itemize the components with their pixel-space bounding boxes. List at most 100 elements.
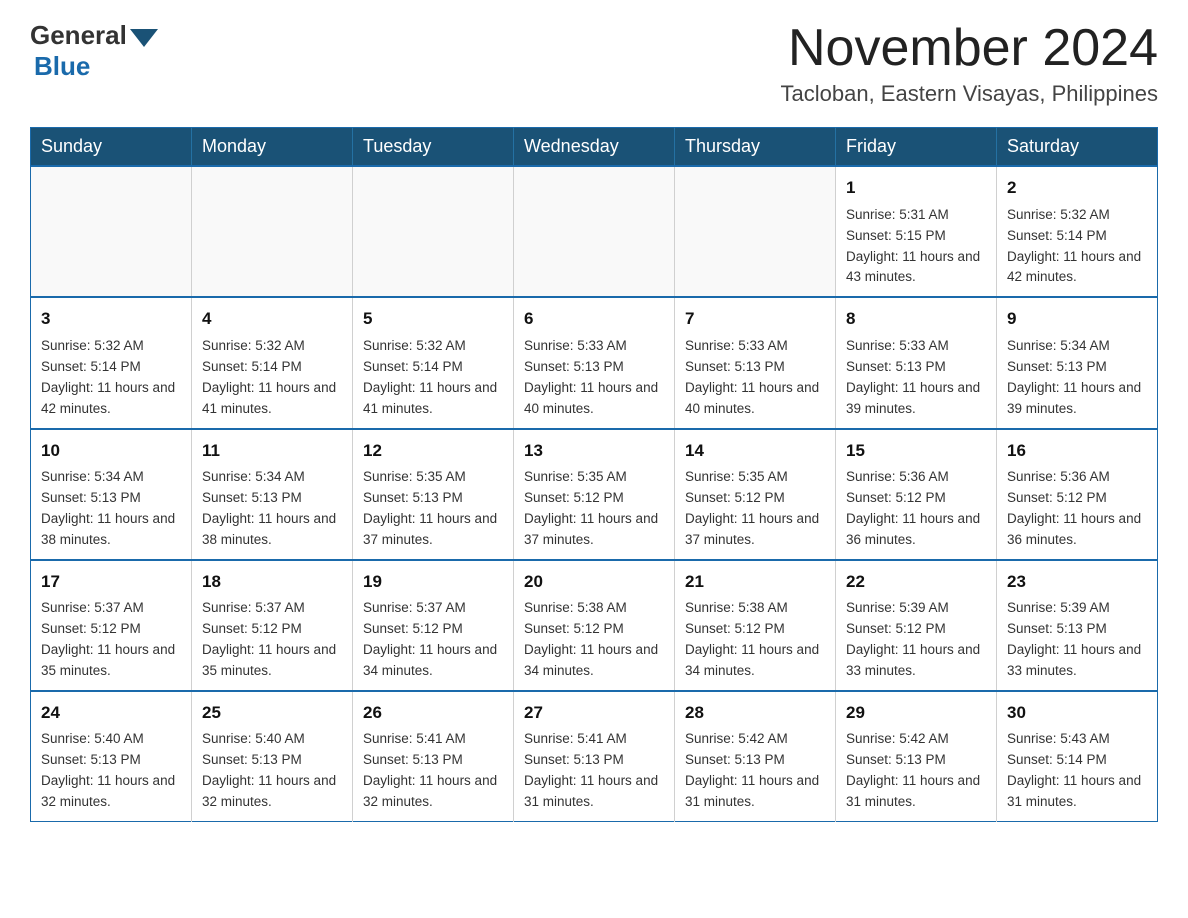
day-info: Sunrise: 5:41 AM Sunset: 5:13 PM Dayligh… bbox=[363, 729, 503, 813]
day-number: 21 bbox=[685, 569, 825, 595]
day-number: 7 bbox=[685, 306, 825, 332]
day-number: 15 bbox=[846, 438, 986, 464]
day-info: Sunrise: 5:38 AM Sunset: 5:12 PM Dayligh… bbox=[685, 598, 825, 682]
calendar-cell: 12Sunrise: 5:35 AM Sunset: 5:13 PM Dayli… bbox=[353, 429, 514, 560]
calendar-cell: 7 Sunrise: 5:33 AM Sunset: 5:13 PM Daylig… bbox=[675, 297, 836, 428]
day-info: Sunrise: 5:42 AM Sunset: 5:13 PM Dayligh… bbox=[846, 729, 986, 813]
calendar-cell bbox=[192, 166, 353, 297]
day-info: Sunrise: 5:34 AM Sunset: 5:13 PM Dayligh… bbox=[1007, 336, 1147, 420]
title-section: November 2024 Tacloban, Eastern Visayas,… bbox=[781, 20, 1158, 107]
day-number: 11 bbox=[202, 438, 342, 464]
calendar-cell bbox=[675, 166, 836, 297]
day-info: Sunrise: 5:37 AM Sunset: 5:12 PM Dayligh… bbox=[202, 598, 342, 682]
day-info: Sunrise: 5:39 AM Sunset: 5:12 PM Dayligh… bbox=[846, 598, 986, 682]
calendar-week-row: 1 Sunrise: 5:31 AM Sunset: 5:15 PM Daylig… bbox=[31, 166, 1158, 297]
calendar-cell: 23 Sunrise: 5:39 AM Sunset: 5:13 PM Dayli… bbox=[997, 560, 1158, 691]
calendar-cell: 24 Sunrise: 5:40 AM Sunset: 5:13 PM Dayli… bbox=[31, 691, 192, 822]
day-info: Sunrise: 5:36 AM Sunset: 5:12 PM Dayligh… bbox=[846, 467, 986, 551]
page-header: General Blue November 2024 Tacloban, Eas… bbox=[30, 20, 1158, 107]
day-info: Sunrise: 5:33 AM Sunset: 5:13 PM Dayligh… bbox=[524, 336, 664, 420]
day-number: 19 bbox=[363, 569, 503, 595]
calendar-cell: 1 Sunrise: 5:31 AM Sunset: 5:15 PM Daylig… bbox=[836, 166, 997, 297]
day-info: Sunrise: 5:39 AM Sunset: 5:13 PM Dayligh… bbox=[1007, 598, 1147, 682]
calendar-cell: 25Sunrise: 5:40 AM Sunset: 5:13 PM Dayli… bbox=[192, 691, 353, 822]
calendar-day-header: Saturday bbox=[997, 128, 1158, 167]
calendar-cell: 28Sunrise: 5:42 AM Sunset: 5:13 PM Dayli… bbox=[675, 691, 836, 822]
day-info: Sunrise: 5:32 AM Sunset: 5:14 PM Dayligh… bbox=[41, 336, 181, 420]
calendar-week-row: 10Sunrise: 5:34 AM Sunset: 5:13 PM Dayli… bbox=[31, 429, 1158, 560]
day-info: Sunrise: 5:33 AM Sunset: 5:13 PM Dayligh… bbox=[846, 336, 986, 420]
day-number: 5 bbox=[363, 306, 503, 332]
day-number: 23 bbox=[1007, 569, 1147, 595]
day-info: Sunrise: 5:34 AM Sunset: 5:13 PM Dayligh… bbox=[41, 467, 181, 551]
calendar-header-row: SundayMondayTuesdayWednesdayThursdayFrid… bbox=[31, 128, 1158, 167]
calendar-cell: 5Sunrise: 5:32 AM Sunset: 5:14 PM Daylig… bbox=[353, 297, 514, 428]
calendar-week-row: 24 Sunrise: 5:40 AM Sunset: 5:13 PM Dayli… bbox=[31, 691, 1158, 822]
calendar-cell: 20 Sunrise: 5:38 AM Sunset: 5:12 PM Dayli… bbox=[514, 560, 675, 691]
calendar-cell: 10Sunrise: 5:34 AM Sunset: 5:13 PM Dayli… bbox=[31, 429, 192, 560]
calendar-cell: 6Sunrise: 5:33 AM Sunset: 5:13 PM Daylig… bbox=[514, 297, 675, 428]
calendar-cell: 9 Sunrise: 5:34 AM Sunset: 5:13 PM Daylig… bbox=[997, 297, 1158, 428]
calendar-cell: 30 Sunrise: 5:43 AM Sunset: 5:14 PM Dayli… bbox=[997, 691, 1158, 822]
day-number: 8 bbox=[846, 306, 986, 332]
calendar-cell bbox=[353, 166, 514, 297]
logo-blue: Blue bbox=[34, 51, 90, 82]
day-info: Sunrise: 5:37 AM Sunset: 5:12 PM Dayligh… bbox=[41, 598, 181, 682]
calendar-cell: 27Sunrise: 5:41 AM Sunset: 5:13 PM Dayli… bbox=[514, 691, 675, 822]
day-number: 4 bbox=[202, 306, 342, 332]
day-number: 26 bbox=[363, 700, 503, 726]
day-number: 24 bbox=[41, 700, 181, 726]
calendar-cell: 16Sunrise: 5:36 AM Sunset: 5:12 PM Dayli… bbox=[997, 429, 1158, 560]
calendar-cell: 26 Sunrise: 5:41 AM Sunset: 5:13 PM Dayli… bbox=[353, 691, 514, 822]
day-info: Sunrise: 5:41 AM Sunset: 5:13 PM Dayligh… bbox=[524, 729, 664, 813]
logo-text: General bbox=[30, 20, 161, 51]
calendar-day-header: Sunday bbox=[31, 128, 192, 167]
calendar-cell: 4 Sunrise: 5:32 AM Sunset: 5:14 PM Daylig… bbox=[192, 297, 353, 428]
calendar-day-header: Tuesday bbox=[353, 128, 514, 167]
calendar-week-row: 17 Sunrise: 5:37 AM Sunset: 5:12 PM Dayli… bbox=[31, 560, 1158, 691]
day-info: Sunrise: 5:36 AM Sunset: 5:12 PM Dayligh… bbox=[1007, 467, 1147, 551]
day-info: Sunrise: 5:40 AM Sunset: 5:13 PM Dayligh… bbox=[202, 729, 342, 813]
day-info: Sunrise: 5:43 AM Sunset: 5:14 PM Dayligh… bbox=[1007, 729, 1147, 813]
day-info: Sunrise: 5:40 AM Sunset: 5:13 PM Dayligh… bbox=[41, 729, 181, 813]
day-number: 17 bbox=[41, 569, 181, 595]
location: Tacloban, Eastern Visayas, Philippines bbox=[781, 81, 1158, 107]
calendar-cell bbox=[514, 166, 675, 297]
calendar-day-header: Monday bbox=[192, 128, 353, 167]
calendar-cell: 14Sunrise: 5:35 AM Sunset: 5:12 PM Dayli… bbox=[675, 429, 836, 560]
calendar-day-header: Wednesday bbox=[514, 128, 675, 167]
calendar-cell: 15 Sunrise: 5:36 AM Sunset: 5:12 PM Dayli… bbox=[836, 429, 997, 560]
day-info: Sunrise: 5:35 AM Sunset: 5:13 PM Dayligh… bbox=[363, 467, 503, 551]
logo: General Blue bbox=[30, 20, 161, 82]
day-number: 30 bbox=[1007, 700, 1147, 726]
calendar-cell: 19 Sunrise: 5:37 AM Sunset: 5:12 PM Dayli… bbox=[353, 560, 514, 691]
day-number: 1 bbox=[846, 175, 986, 201]
logo-general: General bbox=[30, 20, 127, 51]
calendar-cell: 8 Sunrise: 5:33 AM Sunset: 5:13 PM Daylig… bbox=[836, 297, 997, 428]
calendar-cell: 11Sunrise: 5:34 AM Sunset: 5:13 PM Dayli… bbox=[192, 429, 353, 560]
calendar-day-header: Thursday bbox=[675, 128, 836, 167]
day-number: 9 bbox=[1007, 306, 1147, 332]
day-number: 20 bbox=[524, 569, 664, 595]
day-info: Sunrise: 5:37 AM Sunset: 5:12 PM Dayligh… bbox=[363, 598, 503, 682]
day-number: 28 bbox=[685, 700, 825, 726]
calendar-cell: 21 Sunrise: 5:38 AM Sunset: 5:12 PM Dayli… bbox=[675, 560, 836, 691]
day-number: 29 bbox=[846, 700, 986, 726]
calendar-cell bbox=[31, 166, 192, 297]
calendar-cell: 18 Sunrise: 5:37 AM Sunset: 5:12 PM Dayli… bbox=[192, 560, 353, 691]
calendar-day-header: Friday bbox=[836, 128, 997, 167]
day-number: 22 bbox=[846, 569, 986, 595]
calendar-cell: 2Sunrise: 5:32 AM Sunset: 5:14 PM Daylig… bbox=[997, 166, 1158, 297]
calendar-cell: 3Sunrise: 5:32 AM Sunset: 5:14 PM Daylig… bbox=[31, 297, 192, 428]
day-number: 14 bbox=[685, 438, 825, 464]
calendar-cell: 13Sunrise: 5:35 AM Sunset: 5:12 PM Dayli… bbox=[514, 429, 675, 560]
day-info: Sunrise: 5:32 AM Sunset: 5:14 PM Dayligh… bbox=[202, 336, 342, 420]
day-number: 18 bbox=[202, 569, 342, 595]
day-info: Sunrise: 5:38 AM Sunset: 5:12 PM Dayligh… bbox=[524, 598, 664, 682]
calendar-week-row: 3Sunrise: 5:32 AM Sunset: 5:14 PM Daylig… bbox=[31, 297, 1158, 428]
day-info: Sunrise: 5:33 AM Sunset: 5:13 PM Dayligh… bbox=[685, 336, 825, 420]
calendar-cell: 17 Sunrise: 5:37 AM Sunset: 5:12 PM Dayli… bbox=[31, 560, 192, 691]
calendar-cell: 22 Sunrise: 5:39 AM Sunset: 5:12 PM Dayli… bbox=[836, 560, 997, 691]
day-info: Sunrise: 5:31 AM Sunset: 5:15 PM Dayligh… bbox=[846, 205, 986, 289]
day-info: Sunrise: 5:35 AM Sunset: 5:12 PM Dayligh… bbox=[524, 467, 664, 551]
